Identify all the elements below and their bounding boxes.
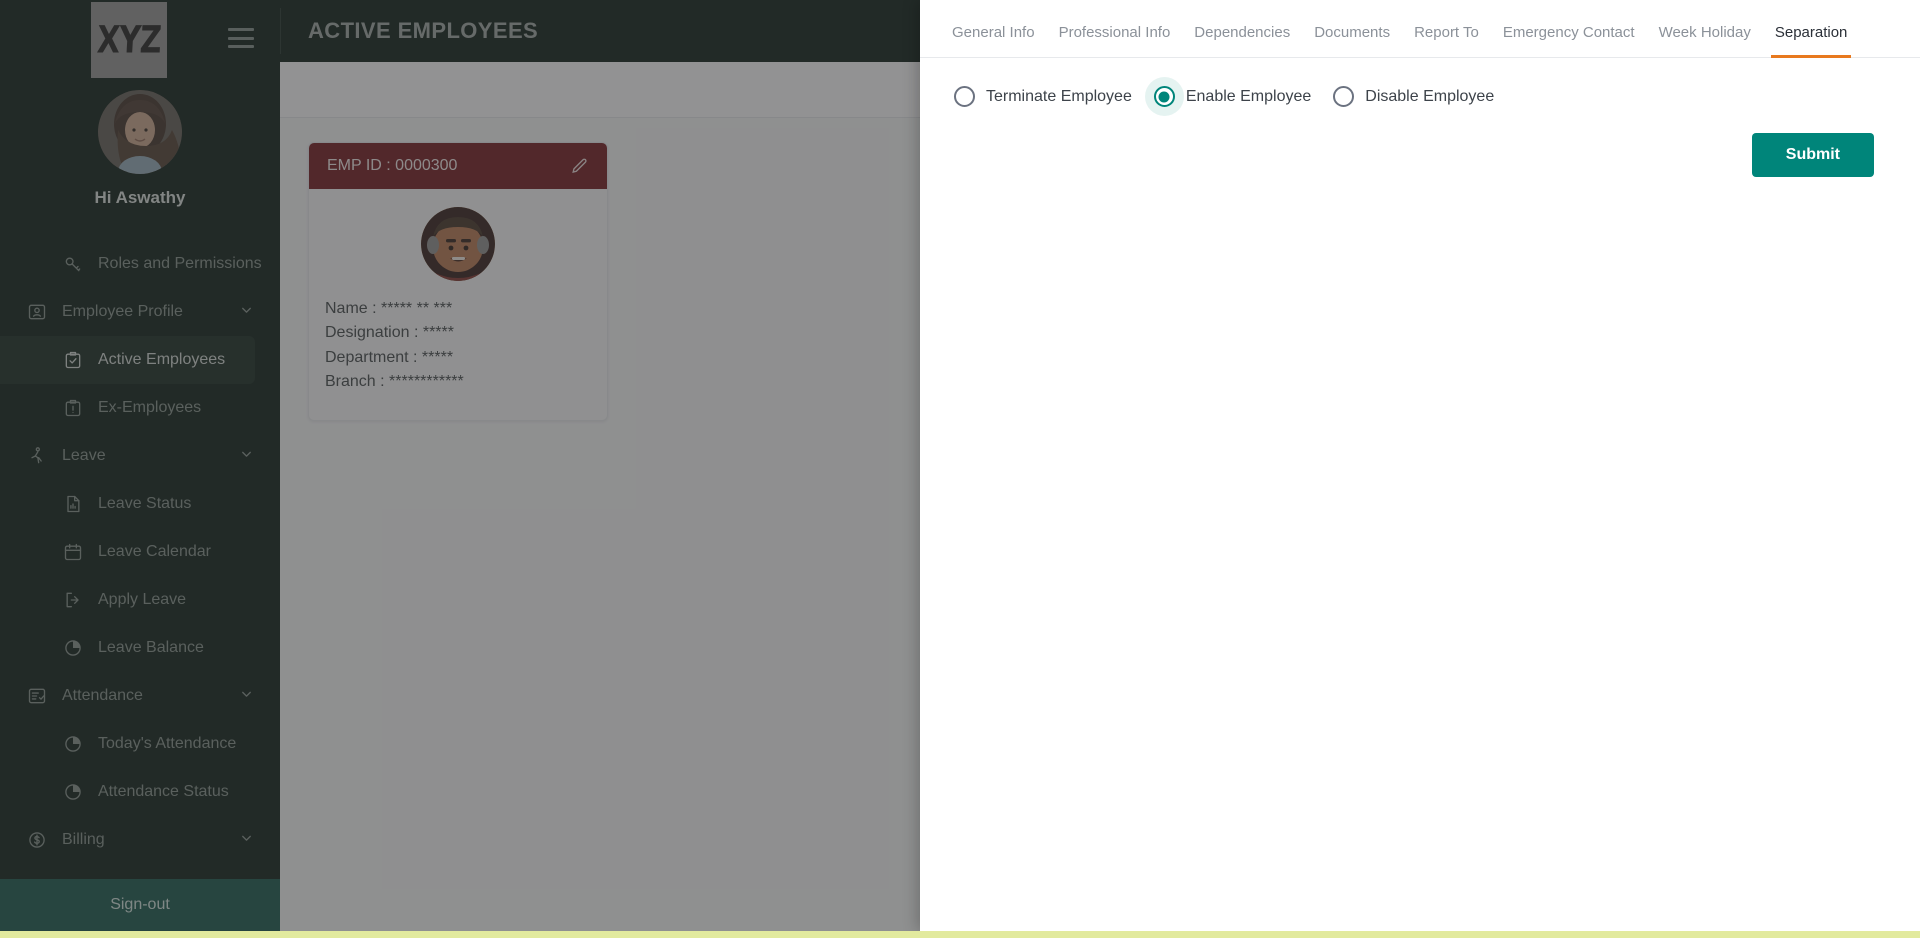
separation-options: Terminate Employee Enable Employee Disable… [920, 58, 1920, 107]
tab-separation[interactable]: Separation [1763, 24, 1860, 58]
tab-week-holiday[interactable]: Week Holiday [1647, 24, 1763, 57]
radio-terminate-employee[interactable]: Terminate Employee [954, 86, 1132, 107]
radio-label: Terminate Employee [986, 87, 1132, 105]
submit-row: Submit [920, 107, 1920, 177]
tab-report-to[interactable]: Report To [1402, 24, 1491, 57]
tab-dependencies[interactable]: Dependencies [1182, 24, 1302, 57]
tab-emergency-contact[interactable]: Emergency Contact [1491, 24, 1647, 57]
radio-enable-employee[interactable]: Enable Employee [1153, 86, 1312, 107]
radio-selected-icon[interactable] [1153, 86, 1175, 107]
radio-unselected-icon[interactable] [954, 86, 975, 107]
tab-documents[interactable]: Documents [1302, 24, 1402, 57]
tab-professional-info[interactable]: Professional Info [1047, 24, 1183, 57]
radio-label: Disable Employee [1365, 87, 1495, 105]
radio-disable-employee[interactable]: Disable Employee [1333, 86, 1494, 107]
modal-tab-bar: General Info Professional Info Dependencie… [920, 0, 1920, 58]
radio-label: Enable Employee [1185, 87, 1312, 105]
tab-general-info[interactable]: General Info [940, 24, 1047, 57]
employee-detail-modal: General Info Professional Info Dependencie… [920, 0, 1920, 931]
submit-button[interactable]: Submit [1751, 133, 1874, 177]
app-root: XYZ [0, 0, 1920, 938]
bottom-accent-strip [0, 931, 1920, 938]
radio-unselected-icon[interactable] [1333, 86, 1355, 107]
